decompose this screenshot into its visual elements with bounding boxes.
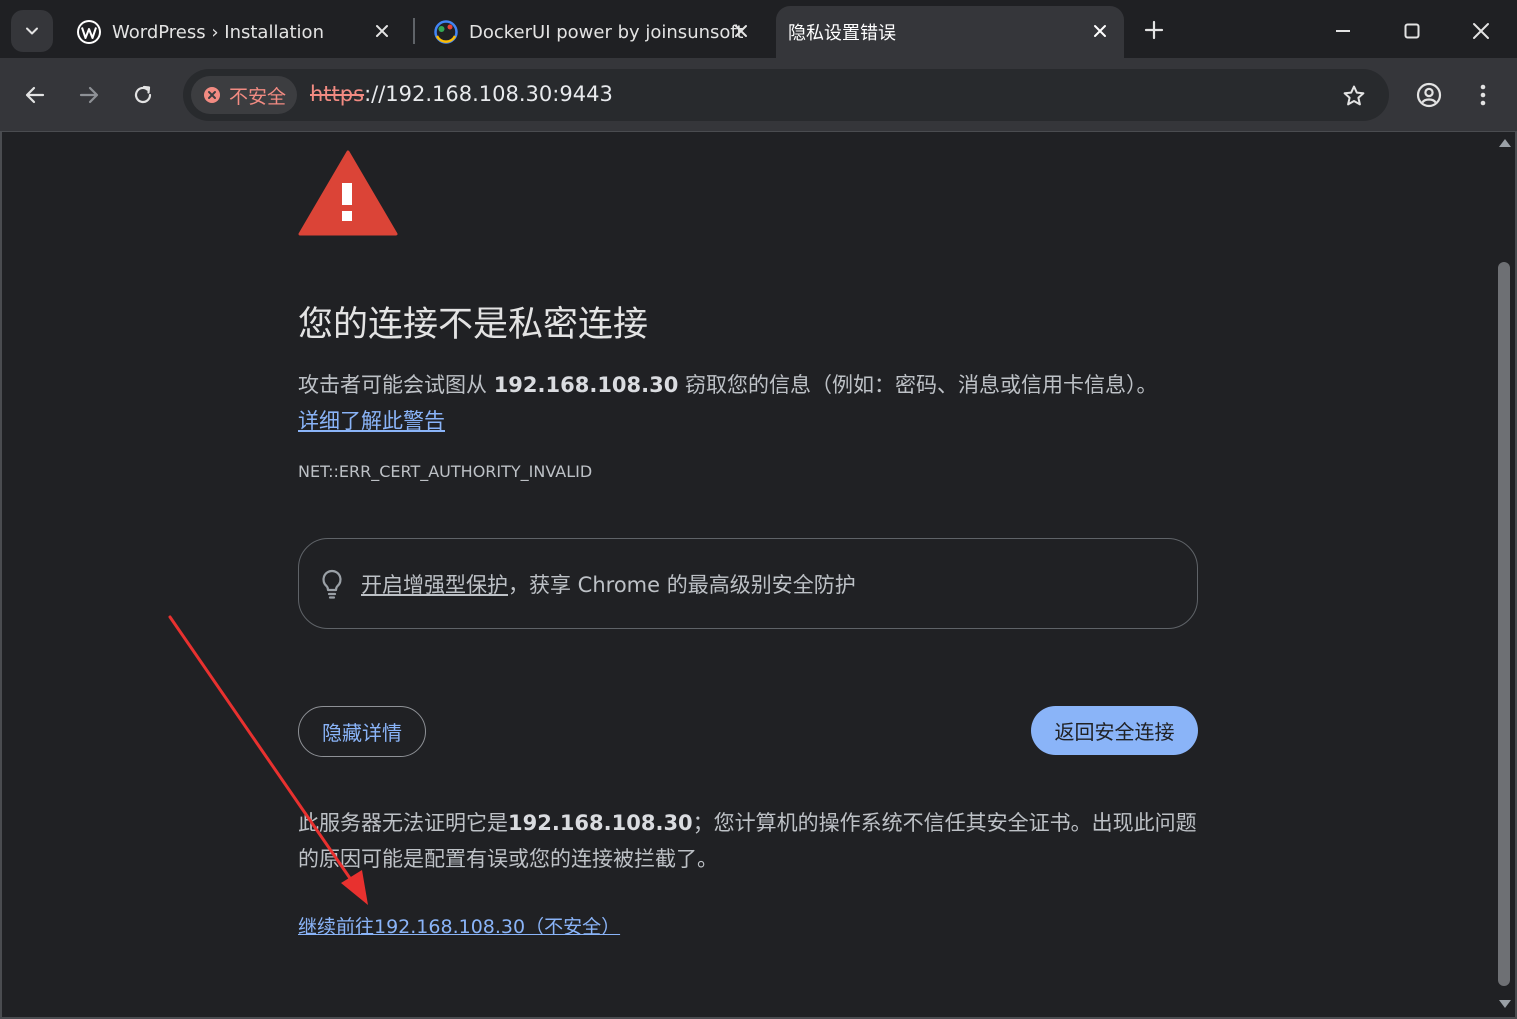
bookmark-button[interactable] (1337, 79, 1371, 113)
proceed-unsafe-link[interactable]: 继续前往192.168.108.30（不安全） (298, 912, 620, 939)
window-close-button[interactable] (1460, 10, 1502, 52)
scroll-down-arrow-icon[interactable] (1498, 998, 1512, 1010)
scrollbar-thumb[interactable] (1498, 262, 1510, 986)
tab-dockerui[interactable]: DockerUI power by joinsunsoft (417, 6, 765, 58)
page-title: 您的连接不是私密连接 (298, 305, 649, 345)
close-icon (1094, 25, 1106, 37)
url-host: ://192.168.108.30:9443 (364, 82, 613, 106)
profile-button[interactable] (1410, 76, 1448, 114)
attack-text-post: 窃取您的信息（例如：密码、消息或信用卡信息）。 (678, 373, 1158, 397)
tab-close-button[interactable] (368, 17, 396, 45)
hide-details-button[interactable]: 隐藏详情 (298, 706, 426, 757)
forward-button[interactable] (70, 76, 108, 114)
close-icon (376, 25, 388, 37)
maximize-button[interactable] (1391, 10, 1433, 52)
promo-text: 开启增强型保护，获享 Chrome 的最高级别安全防护 (361, 569, 856, 599)
tab-title: 隐私设置错误 (788, 23, 896, 44)
chevron-down-icon (26, 27, 38, 35)
page-scrollbar[interactable] (1495, 132, 1515, 1017)
tab-close-button[interactable] (727, 17, 755, 45)
security-chip[interactable]: 不安全 (191, 76, 297, 114)
security-chip-label: 不安全 (229, 85, 287, 108)
tab-strip: WordPress › Installation DockerUI power … (0, 0, 1517, 62)
back-to-safety-button[interactable]: 返回安全连接 (1031, 706, 1198, 755)
minimize-button[interactable] (1322, 10, 1364, 52)
tab-wordpress[interactable]: WordPress › Installation (60, 6, 406, 58)
new-tab-button[interactable] (1138, 14, 1170, 46)
tab-privacy-error[interactable]: 隐私设置错误 (776, 6, 1124, 58)
learn-more-link[interactable]: 详细了解此警告 (298, 403, 445, 439)
star-icon (1343, 85, 1365, 106)
tab-title: DockerUI power by joinsunsoft (469, 21, 744, 43)
scroll-up-arrow-icon[interactable] (1498, 137, 1512, 149)
url-text[interactable]: https://192.168.108.30:9443 (310, 82, 613, 106)
warning-icon (298, 150, 398, 236)
detail-host: 192.168.108.30 (508, 811, 693, 835)
enhanced-protection-promo: 开启增强型保护，获享 Chrome 的最高级别安全防护 (298, 538, 1198, 629)
attack-warning-text: 攻击者可能会试图从 192.168.108.30 窃取您的信息（例如：密码、消息… (298, 367, 1198, 403)
arrow-right-icon (79, 86, 99, 104)
close-icon (735, 25, 747, 37)
lightbulb-icon (322, 569, 342, 599)
reload-icon (134, 85, 152, 104)
address-bar[interactable]: 不安全 https://192.168.108.30:9443 (183, 69, 1389, 121)
more-vert-icon (1480, 84, 1486, 106)
menu-button[interactable] (1464, 76, 1502, 114)
close-icon (1473, 23, 1489, 39)
minimize-icon (1336, 30, 1350, 32)
error-circle-icon (204, 87, 220, 103)
error-code[interactable]: NET::ERR_CERT_AUTHORITY_INVALID (298, 462, 592, 481)
plus-icon (1144, 20, 1164, 40)
wordpress-icon (77, 20, 101, 44)
back-button[interactable] (16, 76, 54, 114)
attack-text-pre: 攻击者可能会试图从 (298, 373, 494, 397)
maximize-icon (1404, 23, 1420, 39)
details-text: 此服务器无法证明它是192.168.108.30；您计算机的操作系统不信任其安全… (298, 805, 1198, 877)
promo-rest: ，获享 Chrome 的最高级别安全防护 (508, 572, 856, 597)
tab-search-button[interactable] (11, 10, 53, 52)
arrow-left-icon (25, 86, 45, 104)
enhanced-protection-link[interactable]: 开启增强型保护 (361, 573, 508, 597)
tab-separator (413, 18, 415, 44)
url-scheme: https (310, 82, 365, 106)
detail-text-pre: 此服务器无法证明它是 (298, 811, 508, 835)
dockerui-icon (434, 20, 458, 44)
tab-title: WordPress › Installation (112, 21, 324, 43)
account-circle-icon (1416, 82, 1442, 108)
attack-host: 192.168.108.30 (493, 373, 679, 397)
browser-toolbar: 不安全 https://192.168.108.30:9443 (0, 58, 1517, 132)
reload-button[interactable] (124, 76, 162, 114)
tab-close-button[interactable] (1086, 17, 1114, 45)
